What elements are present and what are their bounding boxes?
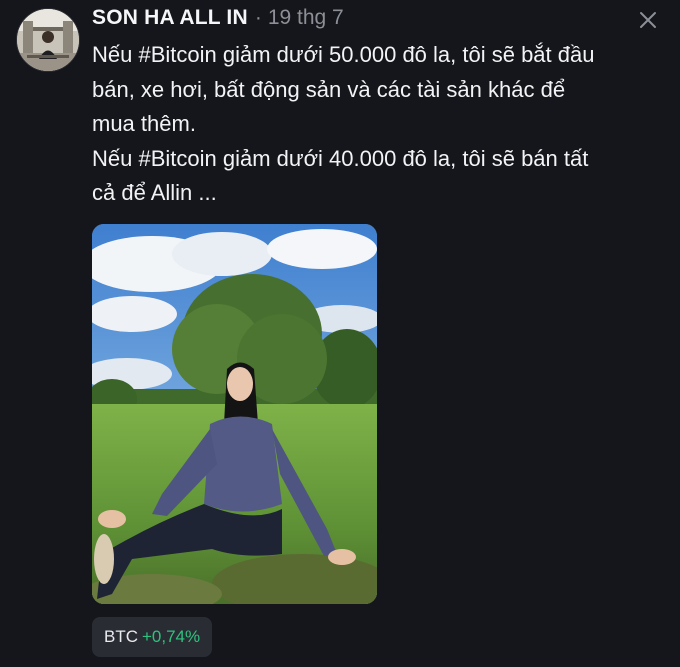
post-photo[interactable] [92,224,377,604]
post-line: cả để Allin ... [92,180,217,205]
post-date[interactable]: 19 thg 7 [268,6,344,30]
ticker-symbol: BTC [104,627,138,646]
ticker-change: +0,74% [142,627,201,646]
post-body: Nếu #Bitcoin giảm dưới 50.000 đô la, tôi… [92,38,670,211]
close-button[interactable] [636,8,660,32]
post-card: SON HA ALL IN · 19 thg 7 Nếu #Bitcoin gi… [0,0,680,667]
photo-image [92,224,377,604]
header-separator: · [254,6,262,29]
post-line: Nếu #Bitcoin giảm dưới 50.000 đô la, tôi… [92,42,595,67]
ticker-chip[interactable]: BTC +0,74% [92,617,213,657]
author-name[interactable]: SON HA ALL IN [92,6,248,30]
avatar-image [17,9,79,71]
close-icon [640,12,656,28]
post-line: bán, xe hơi, bất động sản và các tài sản… [92,76,566,102]
post-line: mua thêm. [92,111,196,136]
post-line: Nếu #Bitcoin giảm dưới 40.000 đô la, tôi… [92,145,589,171]
author-avatar[interactable] [16,8,80,72]
post-header: SON HA ALL IN · 19 thg 7 [92,6,344,34]
